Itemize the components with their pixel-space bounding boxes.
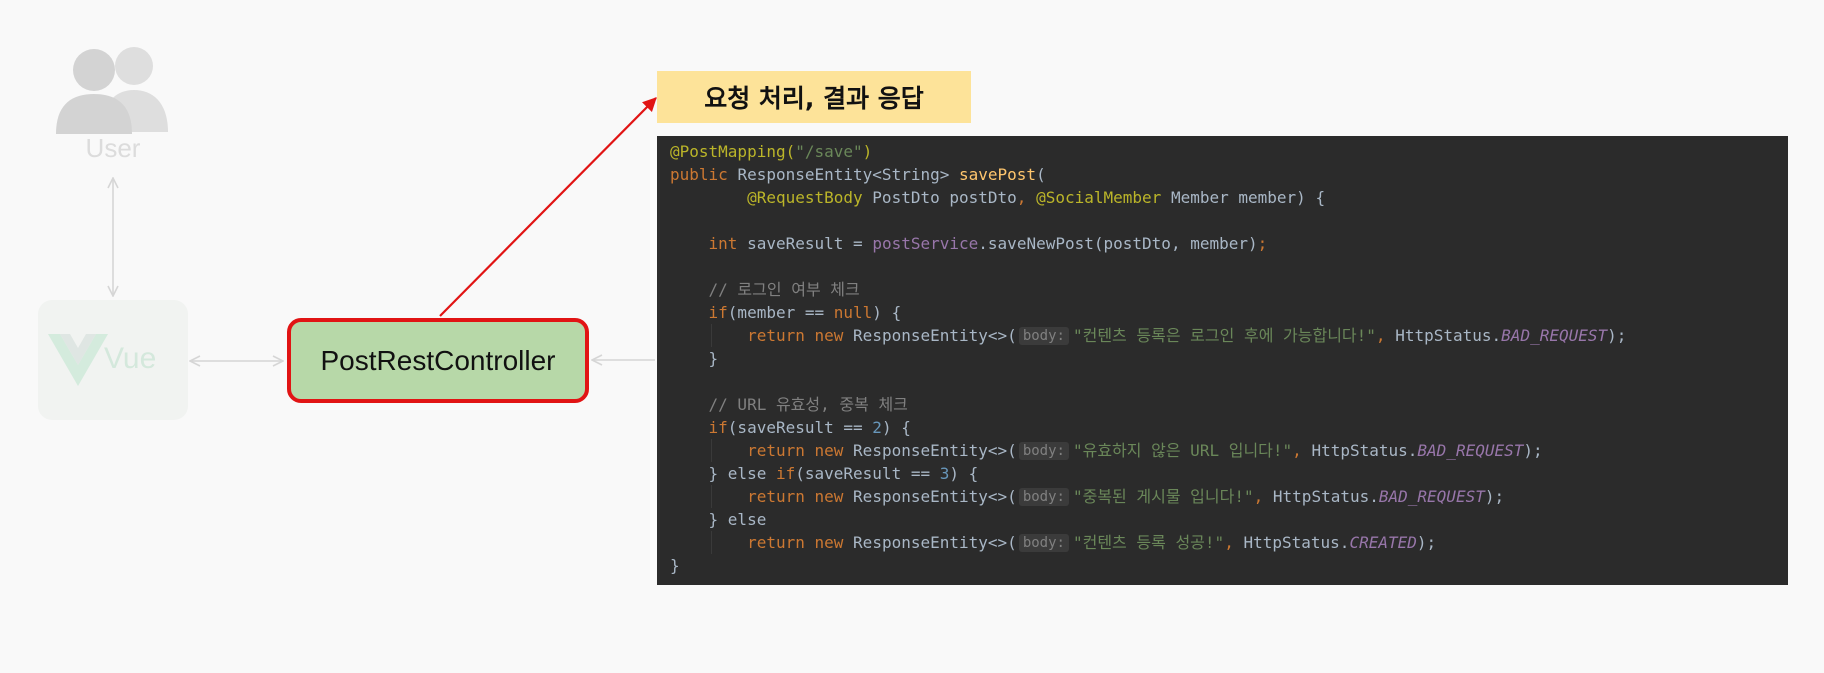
code-line: return new ResponseEntity<>(body: "컨텐츠 등록… xyxy=(670,324,1788,347)
code-line: return new ResponseEntity<>(body: "유효하지 않… xyxy=(670,439,1788,462)
code-line: } xyxy=(708,349,719,368)
code-line: } else xyxy=(708,510,767,529)
code-line: // 로그인 여부 체크 xyxy=(708,280,860,299)
code-line: if(member == null) { xyxy=(708,303,902,322)
users-icon xyxy=(56,47,168,134)
vue-logo-icon xyxy=(48,334,108,386)
code-line: if(saveResult == 2) { xyxy=(708,418,911,437)
code-line: } else if(saveResult == 3) { xyxy=(708,464,979,483)
post-rest-controller-node: PostRestController xyxy=(287,318,589,403)
vue-label: Vue xyxy=(104,342,157,375)
code-line: int saveResult = postService.saveNewPost… xyxy=(708,234,1268,253)
parameter-hint: body: xyxy=(1018,534,1069,552)
callout-label: 요청 처리, 결과 응답 xyxy=(657,71,971,123)
parameter-hint: body: xyxy=(1018,327,1069,345)
code-line: } xyxy=(670,556,680,575)
code-line: @RequestBody PostDto postDto, @SocialMem… xyxy=(747,188,1326,207)
parameter-hint: body: xyxy=(1018,442,1069,460)
code-line: return new ResponseEntity<>(body: "중복된 게시… xyxy=(670,485,1788,508)
callout-arrow xyxy=(439,97,657,317)
code-line: return new ResponseEntity<>(body: "컨텐츠 등록… xyxy=(670,531,1788,554)
parameter-hint: body: xyxy=(1018,488,1069,506)
code-panel: @PostMapping("/save") public ResponseEnt… xyxy=(657,136,1788,585)
code-line: @PostMapping("/save") xyxy=(670,142,873,161)
user-label: User xyxy=(85,133,141,163)
code-line: public ResponseEntity<String> savePost( xyxy=(670,165,1046,184)
code-line: // URL 유효성, 중복 체크 xyxy=(708,395,908,414)
